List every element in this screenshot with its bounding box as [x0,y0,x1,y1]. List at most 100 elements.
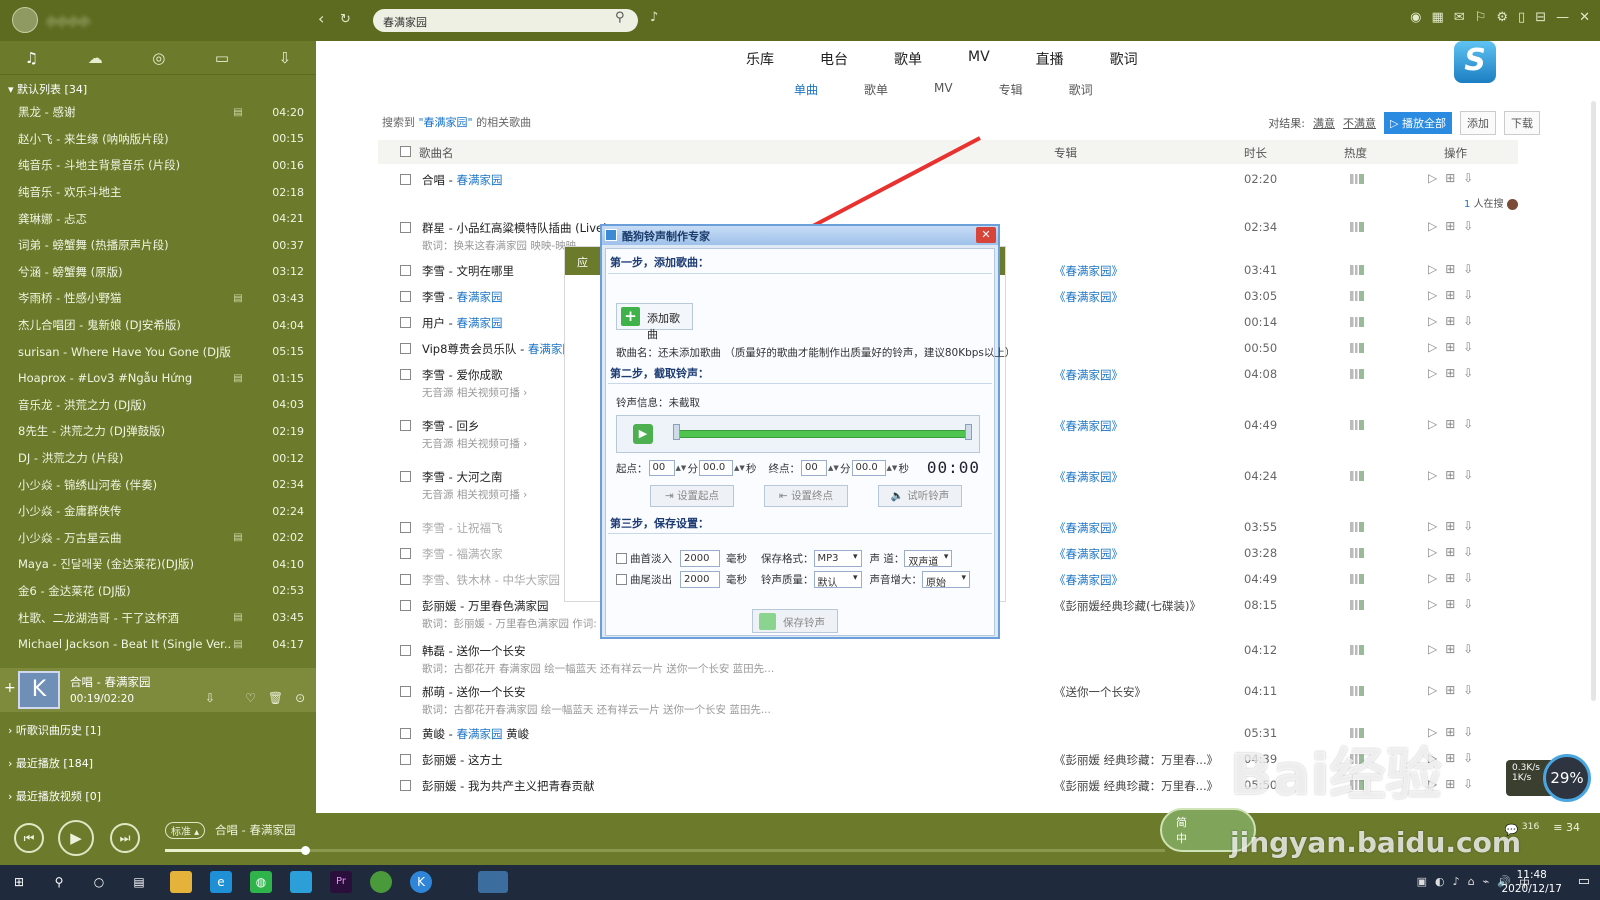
cpu-usage-widget[interactable]: 29% [1543,754,1591,802]
song-name-info: 歌曲名：还未添加歌曲 （质量好的歌曲才能制作出质量好的铃声，建议80Kbps以上… [616,347,1016,359]
format-select[interactable]: MP3 [813,550,862,567]
file-explorer-icon[interactable] [170,871,192,893]
add-song-button[interactable]: + 添加歌曲 [616,303,693,341]
format-label: 保存格式： [761,553,814,565]
app-icon[interactable] [290,871,312,893]
clock-time: 11:48 [1516,869,1547,881]
clock[interactable]: 11:48 2020/12/17 [1501,868,1562,896]
progress-bar[interactable] [165,846,1165,855]
time-inputs: 起点： 00 ▲▼ 分 00.0 ▲▼ 秒 终点： 00 ▲▼ 分 00.0 ▲▼ 秒 [616,460,909,476]
wechat-icon[interactable]: ◍ [250,871,272,893]
queue-icon[interactable]: ≡ 34 [1553,821,1580,837]
spinner-arrows-icon[interactable]: ▲▼ [887,464,898,472]
queue-count: 34 [1566,821,1580,834]
clock-date: 2020/12/17 [1501,883,1562,895]
player-song-title: 合唱 - 春满家园 [215,823,296,837]
start-min-input[interactable]: 00 [648,460,675,476]
start-sec-input[interactable]: 00.0 [699,460,733,476]
cortana-icon[interactable]: ○ [88,871,110,893]
save-ringtone-button[interactable]: 保存铃声 [752,609,838,633]
close-icon[interactable]: ✕ [976,227,996,243]
divider [608,533,992,534]
active-window-icon[interactable] [478,871,508,893]
tray-icon[interactable]: ▣ [1417,875,1427,891]
fade-out-label: 曲尾淡出 [630,574,672,586]
fade-in-label: 曲首淡入 [630,553,672,565]
set-end-button[interactable]: ⇤ 设置终点 [764,485,848,507]
next-icon[interactable]: ⏭ [110,823,140,853]
channel-label: 声 道： [869,553,905,565]
preview-label: 试听铃声 [907,490,950,502]
end-min-input[interactable]: 00 [801,460,827,476]
set-start-label: 设置起点 [677,490,720,502]
progress-knob[interactable] [301,846,310,855]
premiere-icon[interactable]: Pr [330,871,352,893]
windows-taskbar: ⊞ ⚲ ○ ▤ e ◍ Pr K ▣ ◐ ♪ ⌂ ⌁ 🔊 中 11:48 2020… [0,865,1600,900]
watermark-url: jingyan.baidu.com [1230,826,1522,859]
start-label: 起点： [616,462,648,475]
watermark-logo: Bai经验 [1230,743,1442,808]
sec-unit: 秒 [898,462,910,475]
end-sec-input[interactable]: 00.0 [851,460,886,476]
sec-unit: 秒 [746,462,757,475]
add-song-label: 添加歌曲 [647,312,680,341]
notification-icon[interactable]: ▭ [1578,874,1590,889]
spinner-arrows-icon[interactable]: ▲▼ [676,464,687,472]
dialog-titlebar: 酷狗铃声制作专家 ✕ [602,226,998,245]
task-view-icon[interactable]: ▤ [128,871,150,893]
previous-icon[interactable]: ⏮ [14,823,44,853]
app-icon [605,229,617,241]
network-icon[interactable]: ⌁ [1483,875,1490,891]
trim-bar[interactable] [675,430,971,438]
spinner-arrows-icon[interactable]: ▲▼ [828,464,839,472]
step1-label: 第一步，添加歌曲： [610,256,709,269]
tray-icon[interactable]: ♪ [1453,875,1460,891]
set-start-button[interactable]: ⇥ 设置起点 [650,485,734,507]
progress-fill [165,849,305,852]
ms-unit: 毫秒 [726,574,747,586]
quality-badge[interactable]: 标准 ▴ [165,822,206,839]
quality-label: 铃声质量： [761,574,814,586]
min-unit: 分 [840,462,851,475]
set-end-label: 设置终点 [791,490,834,502]
timer-display: 00:00 [926,458,980,477]
kugou-icon[interactable]: K [410,871,432,893]
save-settings-row1: 曲首淡入 2000 毫秒 保存格式： MP3 声 道： 双声道 [616,550,960,568]
preview-button[interactable]: 🔈 试听铃声 [878,485,962,507]
play-pause-icon[interactable]: ▶ [58,820,94,856]
save-icon [759,613,776,630]
play-icon[interactable]: ▶ [633,424,653,444]
fade-in-checkbox[interactable] [616,553,627,564]
fade-out-checkbox[interactable] [616,574,627,585]
end-label: 终点： [768,462,801,475]
channel-select[interactable]: 双声道 [904,550,953,568]
tray-icon[interactable]: ◐ [1435,875,1445,891]
fade-in-input[interactable]: 2000 [680,550,720,567]
min-unit: 分 [687,462,699,475]
divider [608,383,992,384]
step2-label: 第二步，截取铃声： [610,367,709,380]
step3-label: 第三步，保存设置： [610,517,709,530]
tray-icon[interactable]: ⌂ [1468,875,1475,891]
plus-icon: + [621,307,640,326]
dialog-body: 第一步，添加歌曲： + 添加歌曲 歌曲名：还未添加歌曲 （质量好的歌曲才能制作出质… [605,248,1015,636]
quality-select[interactable]: 默认 [813,571,862,589]
divider [608,273,992,274]
start-handle[interactable] [673,424,680,440]
save-settings-row2: 曲尾淡出 2000 毫秒 铃声质量： 默认 声音增大： 原始 [616,571,978,589]
browser-icon[interactable] [370,871,392,893]
search-icon[interactable]: ⚲ [48,871,70,893]
ms-unit: 毫秒 [726,553,747,565]
comment-count: 316 [1521,821,1540,832]
trim-track: ▶ [616,415,980,453]
save-ringtone-label: 保存铃声 [783,617,825,629]
windows-start-icon[interactable]: ⊞ [8,871,30,893]
dialog-title: 酷狗铃声制作专家 [622,230,710,243]
edge-icon[interactable]: e [210,871,232,893]
end-handle[interactable] [965,424,972,440]
quality-badge-label: 标准 [171,827,191,838]
fade-out-input[interactable]: 2000 [680,571,720,588]
boost-select[interactable]: 原始 [922,571,970,589]
spinner-arrows-icon[interactable]: ▲▼ [734,464,745,472]
ringtone-maker-dialog: 酷狗铃声制作专家 ✕ 第一步，添加歌曲： + 添加歌曲 歌曲名：还未添加歌曲 （质… [600,224,1015,639]
